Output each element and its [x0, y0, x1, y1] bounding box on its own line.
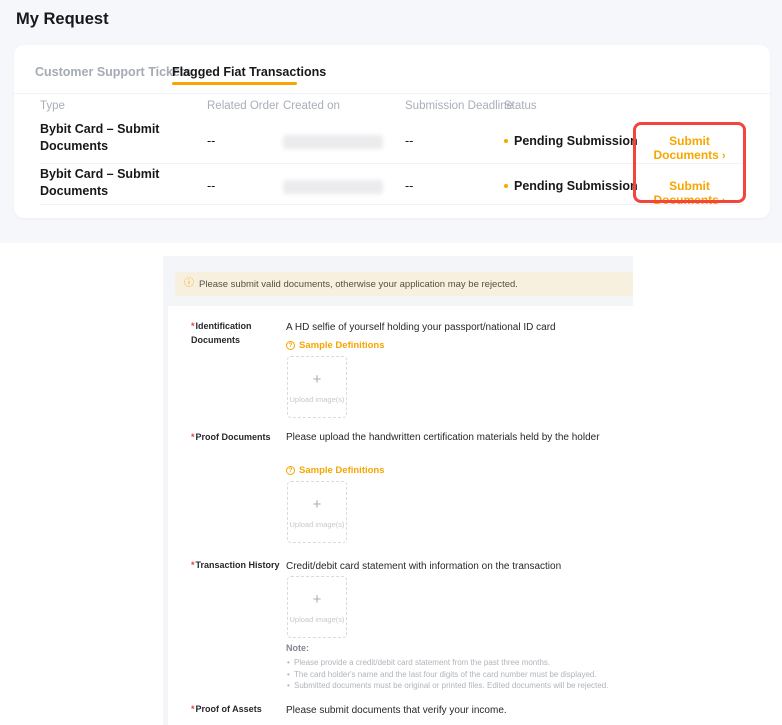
- note-item: Please provide a credit/debit card state…: [286, 657, 634, 669]
- related-order-cell: --: [207, 179, 215, 193]
- page-title: My Request: [16, 10, 109, 29]
- field-label-text: Transaction History: [196, 560, 280, 570]
- field-label-transaction-history: *Transaction History: [191, 558, 295, 572]
- redacted-created-on: [283, 180, 383, 194]
- status-label: Pending Submission: [514, 179, 638, 193]
- plus-icon: +: [288, 371, 346, 388]
- status-dot-icon: [504, 184, 508, 188]
- column-header-status: Status: [504, 100, 537, 112]
- sample-definitions-label: Sample Definitions: [299, 340, 385, 351]
- question-circle-icon: ?: [286, 466, 295, 475]
- note-item: Submitted documents must be original or …: [286, 680, 634, 692]
- field-label-text: Proof Documents: [196, 432, 271, 442]
- field-label-identification-documents: *Identification Documents: [191, 319, 295, 347]
- plus-icon: +: [288, 496, 346, 513]
- field-label-text: Identification Documents: [191, 321, 252, 345]
- upload-label: Upload image(s): [288, 395, 346, 404]
- upload-dropzone-proof[interactable]: + Upload image(s): [287, 481, 347, 543]
- status-badge: Pending Submission: [504, 179, 638, 193]
- upload-dropzone-identification[interactable]: + Upload image(s): [287, 356, 347, 418]
- status-badge: Pending Submission: [504, 134, 638, 148]
- warning-banner: ⓘ Please submit valid documents, otherwi…: [175, 272, 633, 296]
- tabs-divider: [14, 93, 770, 94]
- active-tab-underline: [172, 82, 297, 85]
- related-order-cell: --: [207, 134, 215, 148]
- sample-definitions-link[interactable]: ? Sample Definitions: [286, 465, 385, 476]
- type-cell: Bybit Card – Submit Documents: [40, 121, 170, 154]
- plus-icon: +: [288, 591, 346, 608]
- upload-dropzone-transaction-history[interactable]: + Upload image(s): [287, 576, 347, 638]
- note-list: Please provide a credit/debit card state…: [286, 657, 634, 692]
- warning-banner-text: Please submit valid documents, otherwise…: [199, 279, 518, 290]
- sample-definitions-label: Sample Definitions: [299, 465, 385, 476]
- column-header-related-order: Related Order: [207, 100, 279, 112]
- note-block: Note: Please provide a credit/debit card…: [286, 643, 634, 692]
- field-description: Credit/debit card statement with informa…: [286, 559, 616, 574]
- note-item: The card holder's name and the last four…: [286, 669, 634, 681]
- required-marker: *: [191, 704, 195, 714]
- required-marker: *: [191, 560, 195, 570]
- field-label-text: Proof of Assets: [196, 704, 262, 714]
- sample-definitions-link[interactable]: ? Sample Definitions: [286, 340, 385, 351]
- status-label: Pending Submission: [514, 134, 638, 148]
- tab-customer-support-tickets[interactable]: Customer Support Tickets: [35, 65, 191, 79]
- tab-flagged-fiat-transactions[interactable]: Flagged Fiat Transactions: [172, 65, 326, 79]
- submission-deadline-cell: --: [405, 134, 413, 148]
- upload-label: Upload image(s): [288, 615, 346, 624]
- column-header-type: Type: [40, 100, 65, 112]
- required-marker: *: [191, 432, 195, 442]
- info-icon: ⓘ: [184, 279, 194, 289]
- row-divider: [40, 204, 744, 205]
- note-title: Note:: [286, 643, 634, 653]
- question-circle-icon: ?: [286, 341, 295, 350]
- submit-documents-panel: ⓘ Please submit valid documents, otherwi…: [163, 256, 633, 725]
- column-header-submission-deadline: Submission Deadline: [405, 100, 513, 112]
- required-marker: *: [191, 321, 195, 331]
- field-label-proof-of-assets: *Proof of Assets: [191, 702, 295, 716]
- column-header-created-on: Created on: [283, 100, 340, 112]
- field-description: Please upload the handwritten certificat…: [286, 430, 616, 445]
- highlight-annotation-box: [633, 122, 746, 203]
- field-description: A HD selfie of yourself holding your pas…: [286, 320, 616, 335]
- field-description: Please submit documents that verify your…: [286, 703, 616, 718]
- field-label-proof-documents: *Proof Documents: [191, 430, 295, 444]
- form-card: *Identification Documents A HD selfie of…: [168, 306, 633, 725]
- screen: My Request Customer Support Tickets Flag…: [0, 0, 782, 725]
- upload-label: Upload image(s): [288, 520, 346, 529]
- redacted-created-on: [283, 135, 383, 149]
- type-cell: Bybit Card – Submit Documents: [40, 166, 170, 199]
- status-dot-icon: [504, 139, 508, 143]
- submission-deadline-cell: --: [405, 179, 413, 193]
